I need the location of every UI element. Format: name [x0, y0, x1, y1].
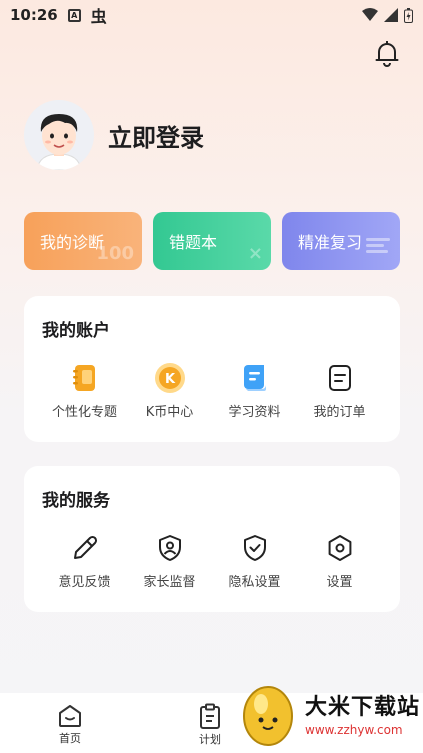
privacy-settings-item[interactable]: 隐私设置	[212, 531, 297, 590]
document-icon	[238, 361, 272, 395]
tab-home-label: 首页	[59, 732, 81, 745]
grid-item-label: 设置	[326, 575, 353, 590]
watermark-title: 大米下载站	[305, 695, 421, 720]
personalized-topics-item[interactable]: 个性化专题	[42, 361, 127, 420]
status-time: 10:26	[10, 6, 58, 24]
precise-review-button[interactable]: 精准复习	[282, 212, 400, 270]
avatar[interactable]	[24, 100, 94, 170]
grid-item-label: 意见反馈	[58, 575, 111, 590]
account-card: 我的账户 个性化专题 K K币中心 学习资料 我的订单	[24, 296, 400, 442]
grid-item-label: 学习资料	[228, 405, 281, 420]
cross-deco-icon: ×	[247, 243, 263, 264]
watermark-url: www.zzhyw.com	[305, 723, 403, 737]
watermark-overlay: 大米下载站 www.zzhyw.com	[233, 673, 423, 753]
clipboard-icon	[200, 703, 220, 729]
k-coin-center-item[interactable]: K K币中心	[127, 361, 212, 420]
service-card-title: 我的服务	[42, 491, 110, 511]
my-orders-item[interactable]: 我的订单	[297, 361, 382, 420]
service-card: 我的服务 意见反馈 家长监督 隐私设置 设置	[24, 466, 400, 612]
bell-icon	[375, 41, 399, 67]
grid-item-label: 隐私设置	[228, 575, 281, 590]
quick-action-label: 精准复习	[298, 233, 363, 252]
study-materials-item[interactable]: 学习资料	[212, 361, 297, 420]
quick-action-label: 错题本	[169, 233, 218, 252]
quick-action-label: 我的诊断	[40, 233, 105, 252]
feedback-item[interactable]: 意见反馈	[42, 531, 127, 590]
profile-header[interactable]: 立即登录	[24, 100, 204, 170]
tab-plan-label: 计划	[199, 733, 221, 746]
pencil-icon	[68, 531, 102, 565]
settings-icon	[323, 531, 357, 565]
list-deco-icon	[366, 238, 390, 253]
home-icon	[59, 705, 81, 727]
k-coin-icon: K	[153, 361, 187, 395]
wifi-icon	[362, 8, 378, 21]
privacy-shield-icon	[238, 531, 272, 565]
status-bar: 10:26 A 虫	[0, 0, 423, 30]
signal-icon	[384, 8, 398, 22]
battery-icon	[404, 7, 413, 23]
notebook-icon	[68, 361, 102, 395]
account-card-title: 我的账户	[42, 321, 110, 341]
my-diagnosis-button[interactable]: 我的诊断 100	[24, 212, 142, 270]
order-icon	[323, 361, 357, 395]
grid-item-label: 我的订单	[313, 405, 366, 420]
notification-bell-button[interactable]	[373, 40, 401, 68]
parent-shield-icon	[153, 531, 187, 565]
app-notification-icon: 虫	[90, 7, 107, 26]
egg-mascot-icon	[243, 686, 293, 746]
parental-control-item[interactable]: 家长监督	[127, 531, 212, 590]
notification-a-icon: A	[67, 8, 81, 22]
score-deco-icon: 100	[96, 243, 134, 264]
avatar-boy-icon	[36, 114, 82, 170]
grid-item-label: K币中心	[145, 405, 194, 420]
tab-home[interactable]: 首页	[0, 700, 140, 746]
grid-item-label: 家长监督	[143, 575, 196, 590]
settings-item[interactable]: 设置	[297, 531, 382, 590]
grid-item-label: 个性化专题	[51, 405, 117, 420]
quick-actions: 我的诊断 100 错题本 × 精准复习	[24, 212, 400, 270]
svg-text:K: K	[164, 372, 175, 387]
wrong-questions-button[interactable]: 错题本 ×	[153, 212, 271, 270]
login-link[interactable]: 立即登录	[108, 118, 204, 153]
